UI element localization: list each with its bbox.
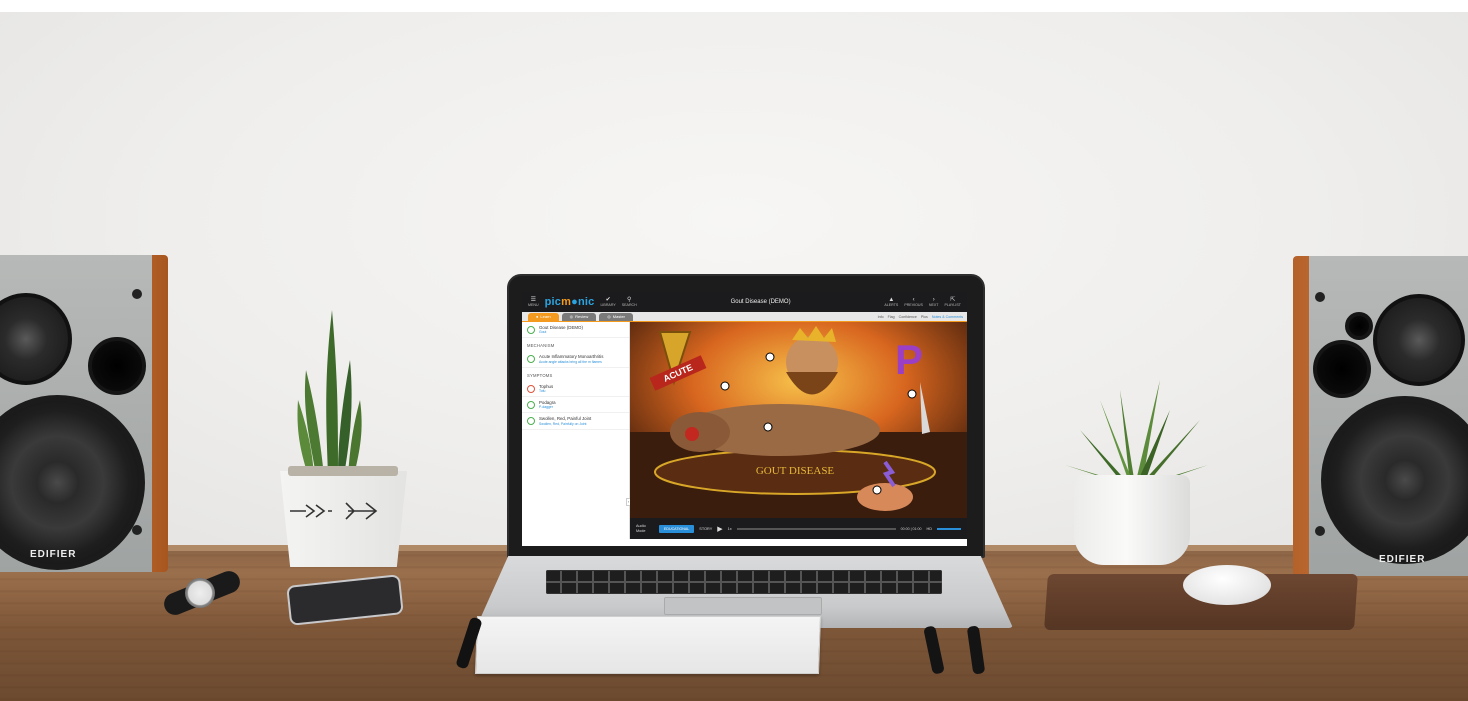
right-speaker-small-port — [1345, 312, 1373, 340]
time-readout: 00:00 | 01:00 — [900, 526, 922, 531]
keyboard-row-divider — [546, 581, 942, 583]
status-ring-icon — [527, 401, 535, 410]
status-ring-icon — [527, 326, 535, 334]
left-speaker-woofer — [0, 395, 145, 570]
wristwatch-face — [185, 578, 215, 608]
hotspot-marker[interactable] — [763, 422, 773, 432]
next-button[interactable]: › NEXT — [929, 297, 939, 308]
chevron-left-icon: ‹ — [912, 296, 915, 303]
chevron-right-icon: › — [932, 296, 935, 303]
collapse-icon: ⇱ — [950, 296, 956, 303]
search-button[interactable]: ⚲ SEARCH — [622, 297, 637, 308]
audio-player-bar: Audio Mode EDUCATIONAL STORY ▶ 1x 00:00 … — [630, 518, 967, 539]
learn-icon: ● — [536, 314, 539, 319]
app-top-bar: ☰ MENU picm●nic ✔ LIBRARY ⚲ SEARCH Gout Dis… — [522, 292, 967, 312]
menu-button[interactable]: ☰ MENU — [528, 297, 539, 308]
right-speaker-woofer — [1321, 396, 1468, 564]
master-icon: ◎ — [607, 314, 611, 319]
list-item[interactable]: Swollen, Red, Painful Joint Swollen, Red,… — [522, 413, 629, 430]
cactus-plant — [297, 310, 362, 475]
play-icon[interactable]: ▶ — [717, 525, 722, 533]
right-speaker: EDIFIER — [1293, 256, 1468, 576]
brand-logo[interactable]: picm●nic — [545, 296, 595, 308]
left-speaker: EDIFIER — [0, 255, 168, 572]
list-item[interactable]: Acute Inflammatory Monoarthritis Acute an… — [522, 351, 629, 368]
laptop-trackpad — [664, 597, 822, 615]
cactus-pot — [280, 471, 407, 567]
laptop-screen: ☰ MENU picm●nic ✔ LIBRARY ⚲ SEARCH Gout Dis… — [522, 292, 967, 546]
left-speaker-tweeter — [0, 293, 72, 385]
aloe-pot — [1074, 475, 1190, 565]
flag-button[interactable]: Flag — [888, 315, 895, 319]
right-speaker-port — [1313, 340, 1371, 398]
notes-comments-button[interactable]: Notes & Comments — [932, 315, 963, 319]
window-title: Gout Disease (DEMO) — [730, 299, 791, 305]
volume-slider[interactable] — [937, 527, 961, 530]
confidence-button[interactable]: Confidence — [899, 315, 917, 319]
tab-master[interactable]: ◎ Master — [599, 312, 634, 321]
pebbles — [288, 466, 398, 476]
tab-learn[interactable]: ● Learn — [528, 312, 559, 321]
status-ring-icon — [527, 384, 535, 393]
hotspot-marker[interactable] — [765, 352, 775, 362]
section-heading: SYMPTOMS — [527, 372, 553, 378]
search-icon: ⚲ — [627, 296, 632, 303]
progress-bar[interactable] — [736, 527, 896, 530]
aloe-plant — [1065, 380, 1208, 485]
hotspot-marker[interactable] — [907, 389, 917, 399]
speed-button[interactable]: 1x — [728, 527, 732, 531]
menu-icon: ☰ — [530, 296, 536, 303]
info-button[interactable]: Info — [878, 315, 884, 319]
list-item[interactable]: Gout Disease (DEMO) Gout — [522, 322, 629, 339]
gout-disease-label: GOUT DISEASE — [756, 465, 835, 477]
status-ring-icon — [527, 355, 535, 364]
story-button[interactable]: STORY — [699, 527, 712, 531]
hotspot-marker[interactable] — [720, 381, 730, 391]
library-button[interactable]: ✔ LIBRARY — [600, 297, 615, 308]
bell-icon: ▲ — [888, 296, 895, 303]
tab-review[interactable]: ◎ Review — [561, 312, 597, 321]
right-speaker-tweeter — [1373, 294, 1465, 386]
p-letter-label: P — [895, 336, 923, 383]
mnemonic-illustration[interactable]: GOUT DISEASE ACUTE P — [630, 322, 967, 518]
computer-mouse — [1183, 565, 1271, 605]
library-icon: ✔ — [605, 296, 611, 303]
playlist-button[interactable]: ⇱ PLAYLIST — [944, 297, 961, 308]
top-band — [0, 0, 1468, 12]
hotspot-marker[interactable] — [872, 485, 882, 495]
plus-button[interactable]: Plus — [921, 315, 928, 319]
audio-mode-label: Audio Mode — [636, 524, 646, 533]
section-heading: MECHANISM — [527, 343, 555, 349]
list-item[interactable]: Podagra P-dagger — [522, 397, 629, 414]
alerts-button[interactable]: ▲ ALERTS — [884, 297, 898, 308]
notebook — [474, 616, 822, 674]
mode-button[interactable]: EDUCATIONAL — [659, 524, 695, 533]
facts-sidebar: Gout Disease (DEMO) Gout MECHANISM Acute … — [522, 322, 630, 539]
speaker-brand-label: EDIFIER — [1379, 554, 1426, 565]
list-item[interactable]: Tophus Tofu — [522, 381, 629, 398]
review-icon: ◎ — [569, 314, 574, 319]
hd-toggle[interactable]: HD — [927, 527, 932, 531]
toolbar: Info Flag Confidence Plus Notes & Commen… — [878, 315, 967, 319]
status-ring-icon — [527, 417, 535, 426]
speaker-brand-label: EDIFIER — [30, 549, 77, 560]
mode-tab-bar: ● Learn ◎ Review ◎ Master Info Flag Confide… — [522, 312, 967, 321]
previous-button[interactable]: ‹ PREVIOUS — [904, 297, 923, 308]
left-speaker-port — [88, 337, 146, 395]
